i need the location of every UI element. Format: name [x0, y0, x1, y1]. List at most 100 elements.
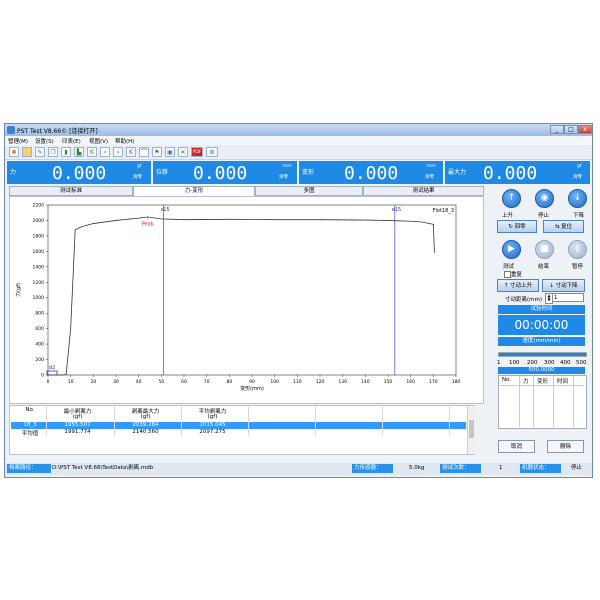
end-icon[interactable]: ■ [535, 240, 554, 259]
copy-icon[interactable]: ❐ [48, 147, 58, 157]
y-axis-label: 力(gf) [15, 283, 22, 297]
x-tick-label: 80 [226, 379, 232, 385]
path-label: 档案路径： [7, 464, 51, 473]
return-zero-button[interactable]: ↻ 回零 [497, 220, 537, 233]
tab-force-deformation[interactable]: 力-变形 [133, 186, 255, 196]
speed-tick: 100 [509, 360, 520, 366]
x-tick-label: 30 [113, 379, 119, 385]
minimize-button[interactable]: _ [550, 125, 564, 134]
play-icon[interactable]: ▶ [502, 240, 521, 259]
displacement-zero-button[interactable]: 清零 [279, 174, 288, 180]
export-icon[interactable]: ▣ [165, 147, 175, 157]
menu-manage[interactable]: 管理(M) [8, 137, 28, 145]
tools-icon[interactable]: ✖ [9, 147, 19, 157]
series-line [48, 216, 435, 376]
prev-icon[interactable]: ‹ [100, 147, 110, 157]
peak-label: Peak [142, 221, 154, 227]
speed-value: 500.0000 [498, 367, 585, 374]
y-tick-label: 1600 [33, 249, 45, 255]
curve-icon[interactable]: ⌒ [139, 147, 149, 157]
force-label: 力 [10, 169, 17, 176]
first-icon[interactable]: K [87, 147, 97, 157]
jog-down-button[interactable]: ↓ 寸动下降 [542, 279, 585, 292]
reset-button[interactable]: ⇆ 复位 [543, 220, 584, 233]
tab-multi-chart[interactable]: 多图 [255, 186, 363, 196]
y-tick-label: 1200 [33, 280, 45, 286]
jog-distance-input[interactable]: 1 [552, 293, 584, 302]
status-bar: 档案路径： D:\PST Test V8.66\TestData\剥离.mdb … [5, 463, 592, 475]
open-folder-icon[interactable] [22, 147, 32, 157]
table-cell: 18_3 [23, 422, 37, 428]
toolbar: ✖ ✎ ❐ ▮ ▙ K ‹ › K ⌒ ⚑ ▣ ✕ PDF ⚙ [5, 145, 592, 160]
jog-up-label: 寸动上升 [510, 283, 533, 289]
test-label: 测试 [503, 264, 515, 270]
table-scrollbar[interactable] [467, 406, 476, 454]
x-tick-label: 170 [429, 379, 438, 385]
table-cell: 平均值 [21, 431, 39, 437]
return-zero-label: 回零 [514, 224, 526, 230]
table-header-unit: (gf) [140, 414, 151, 420]
table-cell: 1955.507 [64, 422, 91, 428]
pause-icon[interactable]: ∥ [568, 240, 587, 259]
x-tick-label: 60 [181, 379, 187, 385]
trash-icon[interactable]: ▮ [61, 147, 71, 157]
menu-bar: 管理(M) 设置(S) 印表(E) 视图(V) 帮助(H) [5, 136, 592, 145]
excel-icon[interactable]: ✕ [178, 147, 188, 157]
tab-test-results[interactable]: 测试结果 [363, 186, 484, 196]
control-panel: ↑ ◉ ↓ 上升 停止 下降 ↻ 回零 ⇆ 复位 ▶ ■ ∥ 测试 结束 暂停 … [490, 186, 590, 461]
end-label: 结束 [538, 264, 550, 270]
settings-icon[interactable]: ⚙ [206, 147, 218, 157]
displacement-value: 0.000 [193, 163, 248, 184]
stop-icon[interactable]: ◉ [535, 189, 554, 208]
scrollbar-thumb[interactable] [469, 420, 474, 438]
table-cell: 2015.045 [199, 422, 226, 428]
deformation-label: 变形 [302, 169, 315, 176]
jog-up-button[interactable]: ↑ 寸动上升 [497, 279, 539, 292]
flag-icon[interactable]: ⚑ [152, 147, 162, 157]
displacement-unit: mm [283, 164, 292, 169]
max-force-display: 最大力 0.000 gf 清零 [445, 161, 590, 184]
x-tick-label: 20 [90, 379, 96, 385]
bookmark-icon[interactable]: ▙ [74, 147, 84, 157]
app-window: PST Test V8.66© [连接打开] _ □ x 管理(M) 设置(S)… [4, 123, 593, 478]
x-tick-label: 100 [270, 379, 279, 385]
menu-settings[interactable]: 设置(S) [35, 137, 54, 145]
force-zero-button[interactable]: 清零 [133, 174, 142, 180]
up-label: 上升 [502, 213, 514, 219]
table-header-unit: (gf) [207, 414, 218, 420]
speed-tick: 400 [560, 360, 571, 366]
table-cell: 2039.284 [132, 422, 159, 428]
menu-help[interactable]: 帮助(H) [115, 137, 134, 145]
maximize-button[interactable]: □ [564, 125, 578, 134]
menu-view[interactable]: 视图(V) [89, 137, 108, 145]
down-arrow-icon[interactable]: ↓ [568, 189, 587, 208]
speed-slider[interactable] [498, 352, 587, 357]
next-icon[interactable]: › [113, 147, 123, 157]
chart-panel: 0 10 20 30 40 50 60 70 80 90 100 110 120 130 140 150 160… [9, 196, 484, 404]
deformation-zero-button[interactable]: 清零 [425, 174, 434, 180]
tab-test-standard[interactable]: 测试标准 [9, 186, 133, 196]
repeat-checkbox[interactable] [504, 271, 511, 278]
mini-table: No. 力 变形 时间 [498, 375, 587, 429]
max-force-zero-button[interactable]: 清零 [573, 174, 582, 180]
sensor-label: 力传感器： [352, 464, 393, 473]
up-arrow-icon[interactable]: ↑ [502, 189, 521, 208]
pdf-icon[interactable]: PDF [191, 147, 203, 157]
x-tick-label: 120 [316, 379, 325, 385]
pause-label: 暂停 [572, 264, 584, 270]
table-header-cell[interactable]: No. [16, 407, 44, 413]
delete-button[interactable]: 删除 [547, 440, 584, 453]
cancel-button[interactable]: 取消 [498, 440, 535, 453]
jog-down-label: 寸动下降 [555, 283, 578, 289]
y-tick-label: 200 [35, 357, 44, 363]
force-deformation-chart: 0 10 20 30 40 50 60 70 80 90 100 110 120 130 140 150 160… [15, 203, 460, 393]
menu-print[interactable]: 印表(E) [62, 137, 81, 145]
last-icon[interactable]: K [126, 147, 136, 157]
mini-col-deformation: 变形 [537, 379, 549, 385]
x-tick-label: 10 [68, 379, 74, 385]
max-force-label: 最大力 [448, 169, 467, 176]
close-button[interactable]: x [578, 125, 592, 134]
edit-icon[interactable]: ✎ [35, 147, 45, 157]
jog-distance-label: 寸动距离(mm) [505, 297, 543, 303]
speed-label: 速度(mm/min) [498, 337, 585, 346]
